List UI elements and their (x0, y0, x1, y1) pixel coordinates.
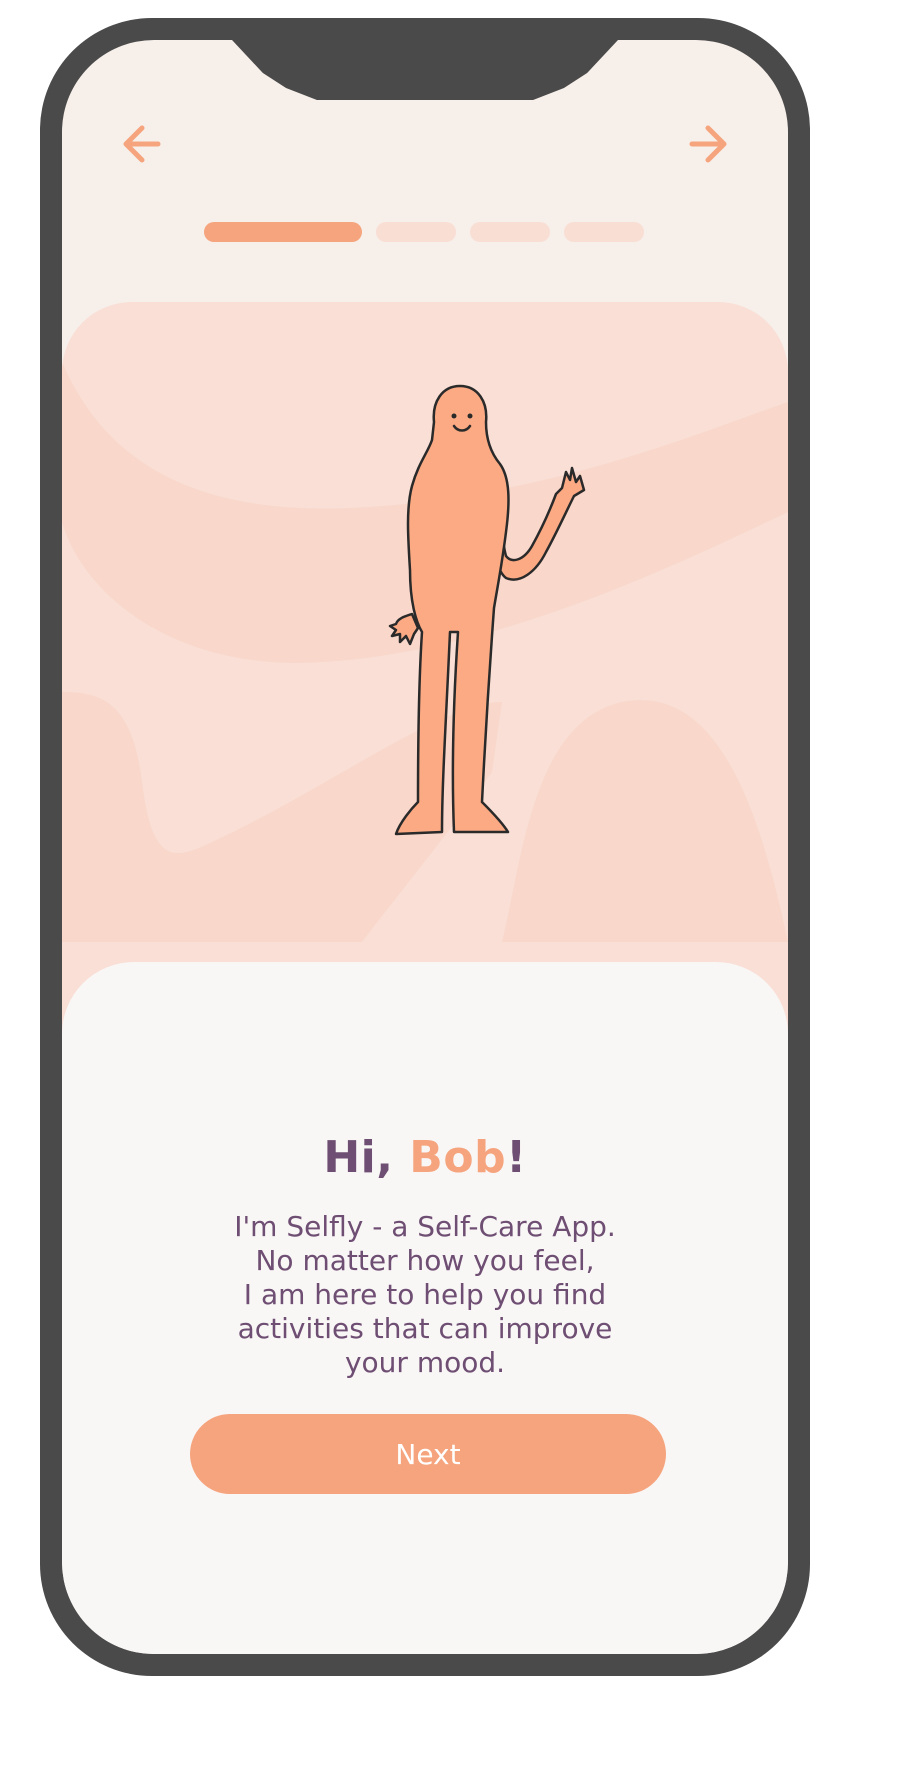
greeting-prefix: Hi, (323, 1132, 410, 1183)
progress-step-1 (204, 222, 362, 242)
forward-button[interactable] (676, 112, 740, 176)
back-button[interactable] (110, 112, 174, 176)
onboarding-progress (204, 222, 644, 242)
stage: Hi, Bob! I'm Selfly - a Self-Care App. N… (0, 0, 918, 1768)
message-line: I am here to help you find (243, 1278, 607, 1311)
progress-step-3 (470, 222, 550, 242)
phone-notch (232, 40, 618, 100)
arrow-right-icon (689, 125, 727, 163)
progress-step-4 (564, 222, 644, 242)
message-line: No matter how you feel, (255, 1244, 595, 1277)
greeting-suffix: ! (506, 1132, 527, 1183)
greeting-heading: Hi, Bob! (62, 1132, 788, 1183)
welcome-message: I'm Selfly - a Self-Care App. No matter … (180, 1210, 670, 1380)
message-line: activities that can improve (237, 1312, 613, 1345)
user-name: Bob (409, 1132, 507, 1183)
phone-screen: Hi, Bob! I'm Selfly - a Self-Care App. N… (62, 40, 788, 1654)
next-button[interactable]: Next (190, 1414, 666, 1494)
message-line: your mood. (344, 1346, 506, 1379)
onboarding-card: Hi, Bob! I'm Selfly - a Self-Care App. N… (62, 962, 788, 1654)
progress-step-2 (376, 222, 456, 242)
background-hill (502, 700, 788, 942)
arrow-left-icon (123, 125, 161, 163)
message-line: I'm Selfly - a Self-Care App. (234, 1210, 616, 1243)
